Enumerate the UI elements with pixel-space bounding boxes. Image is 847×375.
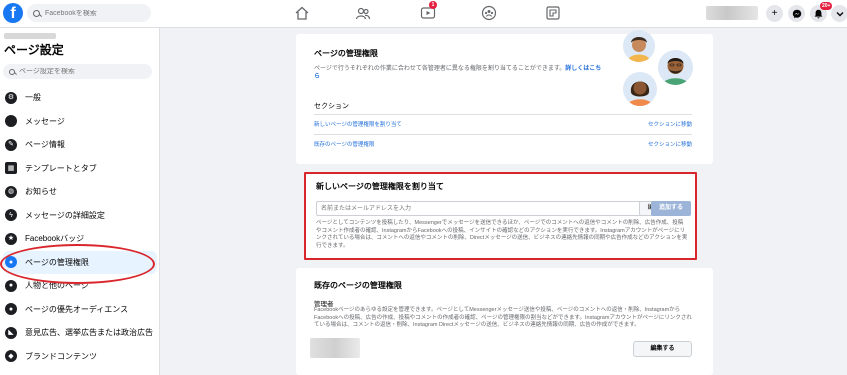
watch-icon[interactable]: 1 [420,1,437,21]
notification-count-badge: 20+ [820,2,833,10]
messenger-button[interactable] [788,5,805,22]
create-button[interactable]: + [766,5,783,22]
sidebar-item-messages[interactable]: メッセージ [0,110,160,134]
plus-icon: + [771,8,778,19]
illustration-avatar-2 [658,50,693,85]
sections-label: セクション [314,103,349,110]
groups-icon[interactable] [481,5,497,21]
illustration-avatar-3 [623,72,657,106]
illustration-avatar-1 [623,30,655,62]
account-menu-button[interactable] [831,5,847,22]
sidebar-item-facebook-badges[interactable]: ★ Facebookバッジ [0,227,160,251]
facebook-icon: ★ [5,232,17,245]
page-roles-overview-card: ページの管理権限 ページで行うそれぞれの作業に合わせて各管理者に異なる権限を割り… [296,30,713,164]
add-button[interactable]: 追加する [651,201,691,216]
audience-icon: ● [5,303,17,316]
section-link-assign-new[interactable]: 新しいページの管理権限を割り当て [314,120,402,128]
existing-roles-heading: 既存のページの管理権限 [314,281,402,290]
people-icon: ● [5,279,17,292]
settings-search[interactable] [3,64,152,79]
search-icon [9,68,15,75]
sidebar-item-page-roles[interactable]: ● ページの管理権限 [3,250,157,274]
page-roles-heading: ページの管理権限 [314,49,378,58]
sidebar-item-label: メッセージ [25,116,65,126]
sidebar-item-label: メッセージの詳細設定 [25,210,105,220]
notifications-button[interactable]: 20+ [810,2,833,22]
section-link-existing[interactable]: 既存のページの管理権限 [314,140,374,148]
go-to-section-link[interactable]: セクションに移動 [648,140,692,148]
top-navigation-bar: f 1 + 20+ [0,0,847,28]
sidebar-item-label: ページの優先オーディエンス [25,304,129,314]
sidebar-item-page-info[interactable]: ✎ ページ情報 [0,133,160,157]
assign-new-page-role-card: 新しいページの管理権限を割り当て 編集者 ▾ 追加する ページとしてコンテンツを… [304,172,697,260]
admin-person-blurred [310,338,360,358]
page-title: ページ設定 [4,43,64,57]
assign-new-role-heading: 新しいページの管理権限を割り当て [316,182,444,191]
sidebar-item-label: 一般 [25,93,41,103]
editor-role-description: ページとしてコンテンツを投稿したり、Messengerでメッセージを送信できるほ… [316,220,688,249]
sidebar-item-label: 意見広告、選挙広告または政治広告 [25,328,153,338]
page-name-blurred [4,33,56,39]
facebook-search-input[interactable] [45,9,140,17]
sidebar-item-advanced-messaging[interactable]: ϟ メッセージの詳細設定 [0,204,160,228]
sidebar-item-label: ページ情報 [25,140,65,150]
section-row-assign-new[interactable]: 新しいページの管理権限を割り当て セクションに移動 [314,114,692,132]
gaming-icon[interactable] [545,5,561,21]
go-to-section-link[interactable]: セクションに移動 [648,120,692,128]
profile-name-blurred[interactable] [706,6,758,20]
search-icon [33,9,40,17]
sidebar-item-branded-content[interactable]: ◆ ブランドコンテンツ [0,345,160,369]
existing-page-roles-card: 既存のページの管理権限 管理者 Facebookページのあらゆる設定を管理できま… [296,268,713,375]
sidebar-item-political-ads[interactable]: ◣ 意見広告、選挙広告または政治広告 [0,321,160,345]
section-row-existing[interactable]: 既存のページの管理権限 セクションに移動 [314,134,692,152]
handshake-icon: ◆ [5,350,17,363]
gear-icon: ⚙ [5,91,17,104]
sidebar-item-label: 人物と他のページ [25,281,89,291]
sidebar-item-preferred-audience[interactable]: ● ページの優先オーディエンス [0,298,160,322]
sidebar-item-label: お知らせ [25,187,57,197]
globe-icon: ◍ [5,185,17,198]
page-roles-description-text: ページで行うそれぞれの作業に合わせて各管理者に異なる権限を割り当てることができま… [314,66,566,72]
person-icon: ● [5,256,17,269]
settings-sidebar: ページ設定 ⚙ 一般 メッセージ ✎ ページ情報 ▦ テンプレートとタブ ◍ お… [0,28,160,375]
sidebar-item-templates-tabs[interactable]: ▦ テンプレートとタブ [0,157,160,181]
bell-icon [814,9,823,18]
home-icon[interactable] [294,5,310,21]
facebook-logo[interactable]: f [3,3,23,23]
sidebar-item-notifications[interactable]: ◍ お知らせ [0,180,160,204]
page-roles-description: ページで行うそれぞれの作業に合わせて各管理者に異なる権限を割り当てることができま… [314,65,604,81]
settings-search-input[interactable] [19,68,139,75]
sidebar-item-label: テンプレートとタブ [25,163,97,173]
messenger-icon: ϟ [5,209,17,222]
watch-notification-badge: 1 [429,1,437,9]
messenger-icon [792,9,801,18]
sidebar-item-label: ブランドコンテンツ [25,351,97,361]
admin-role-description: Facebookページのあらゆる設定を管理できます。ページとしてMessenge… [314,307,692,328]
edit-button-label: 編集する [650,346,675,352]
edit-icon: ✎ [5,138,17,151]
edit-button[interactable]: 編集する [633,341,692,357]
megaphone-icon: ◣ [5,326,17,339]
settings-menu: ⚙ 一般 メッセージ ✎ ページ情報 ▦ テンプレートとタブ ◍ お知らせ ϟ … [0,86,160,368]
sidebar-item-general[interactable]: ⚙ 一般 [0,86,160,110]
friends-icon[interactable] [355,5,371,21]
facebook-search[interactable] [27,4,151,22]
sidebar-item-label: Facebookバッジ [25,234,85,244]
add-button-label: 追加する [658,205,683,211]
name-or-email-input[interactable] [316,201,641,216]
chevron-down-icon [836,11,843,16]
sidebar-item-people-other-pages[interactable]: ● 人物と他のページ [0,274,160,298]
message-icon [5,115,17,128]
grid-icon: ▦ [5,162,17,175]
sidebar-item-label: ページの管理権限 [25,257,89,267]
